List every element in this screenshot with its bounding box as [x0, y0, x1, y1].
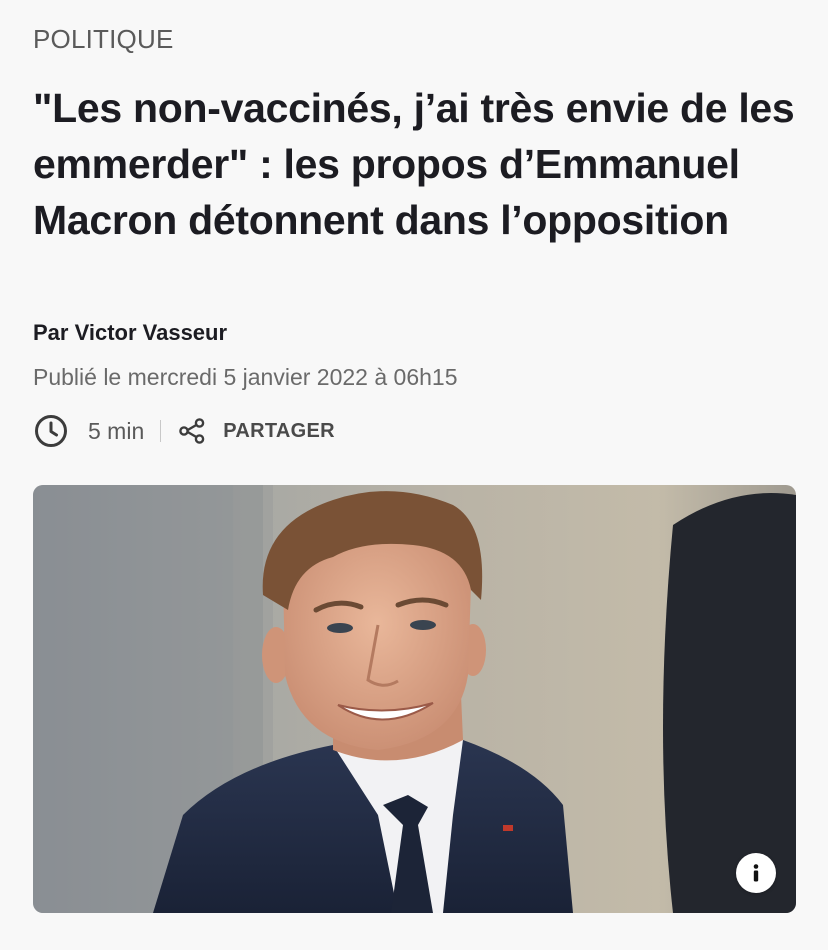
- share-button[interactable]: PARTAGER: [177, 416, 335, 446]
- meta-divider: [160, 420, 162, 442]
- read-time: 5 min: [88, 417, 145, 444]
- image-info-button[interactable]: [736, 853, 776, 893]
- share-icon: [177, 416, 207, 446]
- publish-date: Publié le mercredi 5 janvier 2022 à 06h1…: [33, 364, 458, 390]
- article-headline: "Les non-vaccinés, j’ai très envie de le…: [33, 85, 795, 243]
- author-byline[interactable]: Par Victor Vasseur: [33, 320, 227, 346]
- section-label[interactable]: POLITIQUE: [33, 24, 174, 55]
- share-label: PARTAGER: [223, 419, 335, 442]
- article-meta: 5 min PARTAGER: [33, 411, 335, 451]
- clock-icon: [33, 413, 69, 449]
- info-icon: [744, 861, 768, 885]
- hero-photo[interactable]: [33, 485, 796, 913]
